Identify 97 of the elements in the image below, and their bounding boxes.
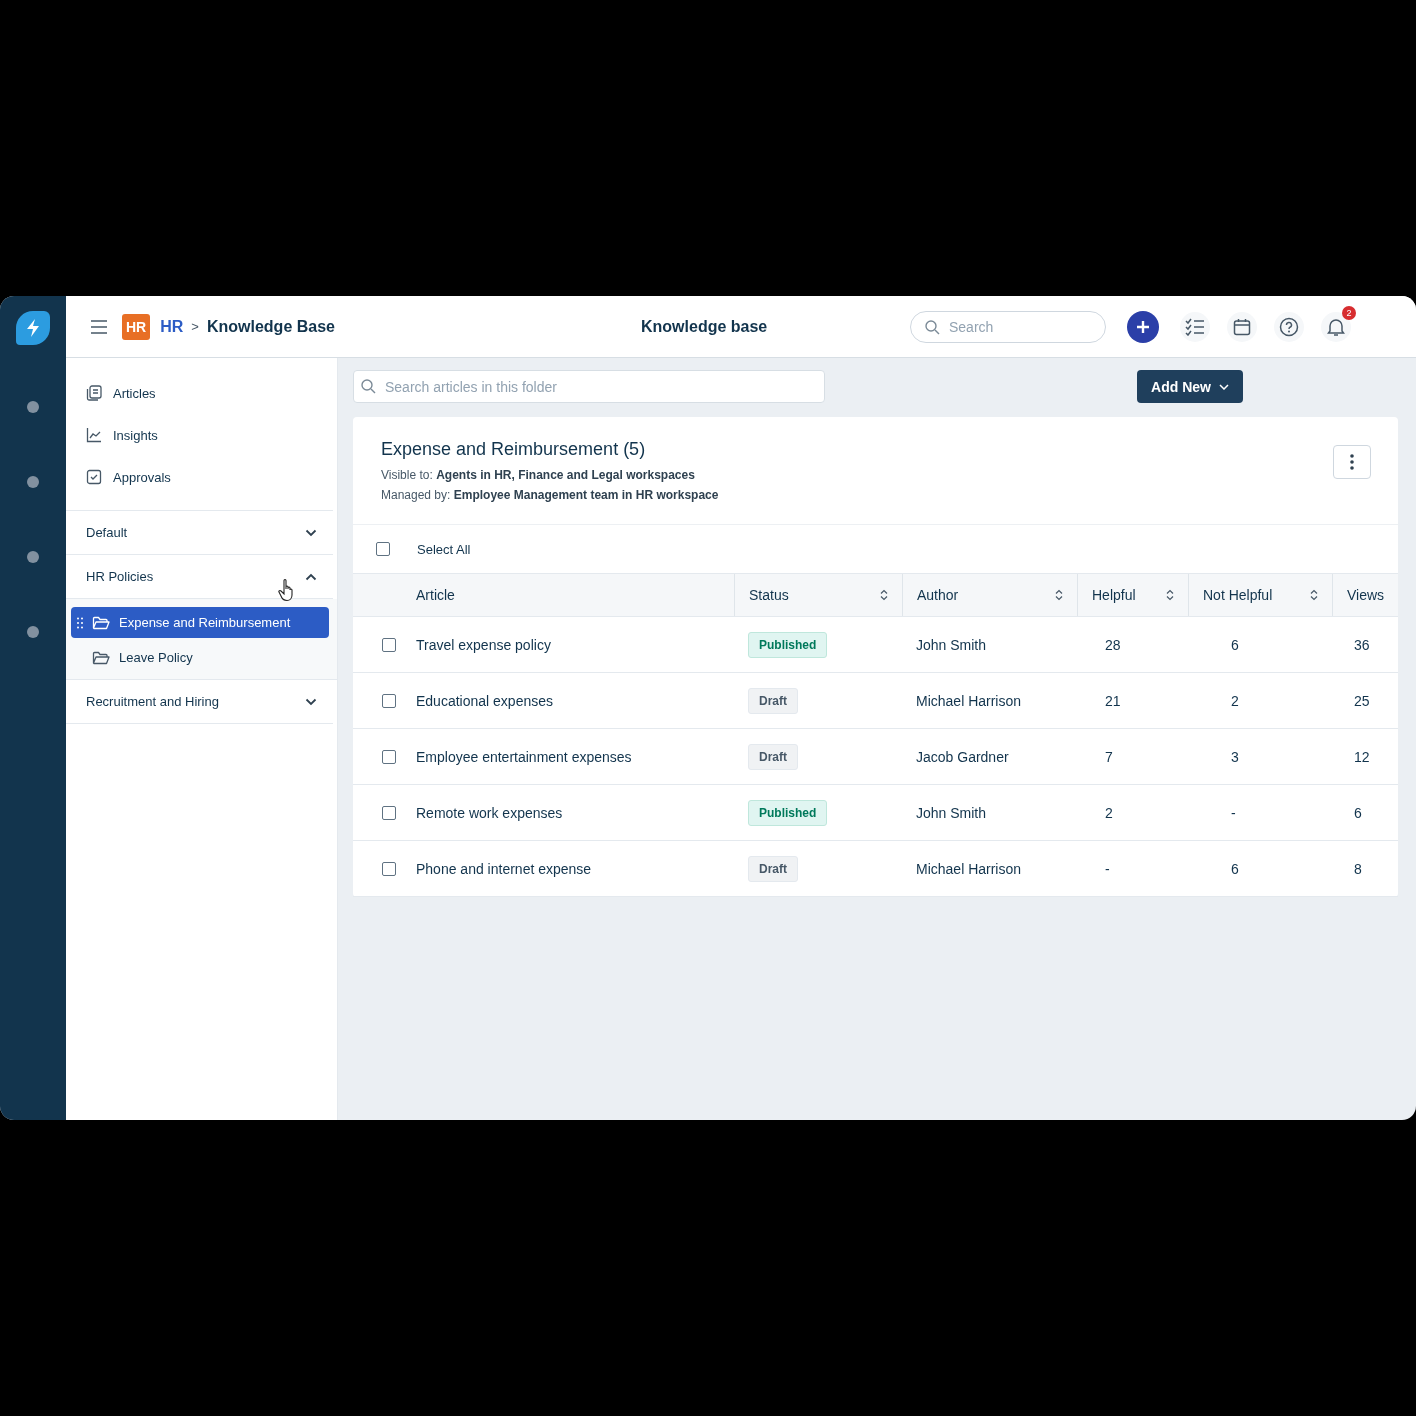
row-checkbox[interactable]: [382, 693, 396, 708]
not-helpful-count: 6: [1231, 860, 1239, 877]
page-title: Knowledge Base: [206, 317, 335, 336]
notification-bell-icon[interactable]: [1326, 316, 1346, 337]
sort-icon[interactable]: [1310, 589, 1318, 601]
folder-section-header[interactable]: Recruitment and Hiring: [66, 680, 333, 724]
author-cell: Michael Harrison: [916, 860, 1022, 877]
managed-by-text: Managed by: Employee Management team in HR workspace: [381, 488, 719, 502]
not-helpful-count: -: [1231, 804, 1236, 821]
search-field[interactable]: Search: [910, 310, 1106, 343]
views-count: 25: [1354, 692, 1370, 709]
helpful-count: 28: [1105, 636, 1121, 653]
checklist-icon[interactable]: [1180, 311, 1210, 342]
chevron-down-icon: [305, 528, 317, 537]
lightning-logo-icon[interactable]: [16, 311, 50, 345]
views-count: 36: [1354, 636, 1370, 653]
chart-icon: [86, 427, 102, 443]
table-row[interactable]: Travel expense policy Published John Smith 28 6 36: [353, 617, 1398, 673]
not-helpful-count: 3: [1231, 748, 1239, 765]
more-options-button[interactable]: [1333, 445, 1371, 479]
caret-icon: [1219, 383, 1229, 390]
column-header[interactable]: Author: [902, 574, 1077, 616]
folder-item[interactable]: Leave Policy: [71, 642, 329, 673]
help-icon[interactable]: [1274, 311, 1304, 342]
search-icon: [925, 319, 940, 335]
helpful-count: -: [1105, 860, 1110, 877]
sidebar-nav-item[interactable]: Approvals: [86, 456, 333, 498]
menu-icon[interactable]: [90, 319, 108, 334]
status-badge: Draft: [748, 687, 798, 714]
breadcrumb-separator: >: [191, 319, 199, 334]
calendar-icon[interactable]: [1227, 311, 1257, 342]
folder-icon: [92, 650, 110, 665]
column-header[interactable]: Helpful: [1077, 574, 1188, 616]
status-badge: Draft: [748, 743, 798, 770]
row-checkbox[interactable]: [382, 749, 396, 764]
status-badge: Published: [748, 799, 828, 826]
not-helpful-count: 2: [1231, 692, 1239, 709]
sort-icon[interactable]: [880, 589, 888, 601]
status-badge: Draft: [748, 855, 798, 882]
checkbox-tick-icon: [86, 469, 102, 485]
search-icon: [361, 379, 376, 394]
helpful-count: 21: [1105, 692, 1121, 709]
workspace-link[interactable]: HR: [160, 317, 184, 336]
status-badge: Published: [748, 631, 828, 658]
table-row[interactable]: Employee entertainment expenses Draft Jacob Gardner 7 3 12: [353, 729, 1398, 785]
rail-dot-icon[interactable]: [27, 401, 39, 413]
table-row[interactable]: Remote work expenses Published John Smith 2 - 6: [353, 785, 1398, 841]
not-helpful-count: 6: [1231, 636, 1239, 653]
article-title[interactable]: Remote work expenses: [416, 804, 563, 821]
visibility-text: Visible to: Agents in HR, Finance and Legal workspaces: [381, 468, 696, 482]
article-title[interactable]: Employee entertainment expenses: [416, 748, 632, 765]
folder-search-field[interactable]: Search articles in this folder: [353, 370, 825, 403]
author-cell: Jacob Gardner: [916, 748, 1009, 765]
chevron-up-icon: [305, 572, 317, 581]
folder-item[interactable]: Expense and Reimbursement: [71, 607, 329, 638]
column-header[interactable]: Status: [734, 574, 902, 616]
select-all-checkbox[interactable]: [376, 542, 390, 556]
sort-icon[interactable]: [1166, 589, 1174, 601]
folder-icon: [92, 615, 110, 630]
notification-count: 2: [1342, 305, 1356, 320]
add-new-button[interactable]: Add New: [1137, 370, 1243, 403]
helpful-count: 7: [1105, 748, 1113, 765]
views-count: 12: [1354, 748, 1370, 765]
add-button[interactable]: [1127, 310, 1159, 343]
sidebar-nav-item[interactable]: Insights: [86, 414, 333, 456]
helpful-count: 2: [1105, 804, 1113, 821]
table-row[interactable]: Phone and internet expense Draft Michael Harrison - 6 8: [353, 841, 1398, 897]
table-row[interactable]: Educational expenses Draft Michael Harrison 21 2 25: [353, 673, 1398, 729]
row-checkbox[interactable]: [382, 861, 396, 876]
author-cell: Michael Harrison: [916, 692, 1022, 709]
column-header[interactable]: Article: [404, 574, 734, 616]
sort-icon[interactable]: [1055, 589, 1063, 601]
select-all-label: Select All: [417, 541, 471, 557]
article-title[interactable]: Educational expenses: [416, 692, 553, 709]
rail-dot-icon[interactable]: [27, 551, 39, 563]
row-checkbox[interactable]: [382, 805, 396, 820]
folder-title: Expense and Reimbursement (5): [381, 439, 647, 460]
chevron-down-icon: [305, 697, 317, 706]
header-title: Knowledge base: [641, 317, 768, 336]
document-icon: [86, 385, 102, 401]
article-title[interactable]: Travel expense policy: [416, 636, 551, 653]
article-title[interactable]: Phone and internet expense: [416, 860, 592, 877]
author-cell: John Smith: [916, 636, 987, 653]
author-cell: John Smith: [916, 804, 987, 821]
column-header[interactable]: Views: [1332, 574, 1398, 616]
views-count: 6: [1354, 804, 1362, 821]
column-header[interactable]: Not Helpful: [1188, 574, 1332, 616]
row-checkbox[interactable]: [382, 637, 396, 652]
rail-dot-icon[interactable]: [27, 626, 39, 638]
folder-section-header[interactable]: Default: [66, 511, 333, 555]
rail-dot-icon[interactable]: [27, 476, 39, 488]
plus-icon: [1136, 319, 1150, 334]
views-count: 8: [1354, 860, 1362, 877]
sidebar-nav-item[interactable]: Articles: [86, 372, 333, 414]
kebab-menu-icon: [1350, 454, 1354, 470]
drag-handle-icon[interactable]: [77, 616, 83, 629]
workspace-badge: HR: [122, 313, 151, 340]
